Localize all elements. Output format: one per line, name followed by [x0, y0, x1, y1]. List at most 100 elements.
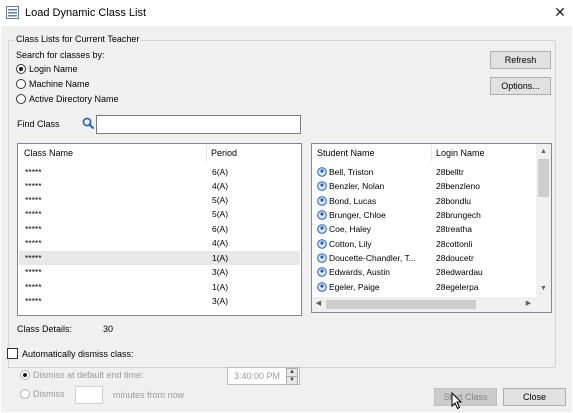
refresh-button[interactable]: Refresh — [490, 51, 551, 69]
radio-dismiss-default-indicator — [20, 370, 30, 380]
minutes-from-now-label: minutes from now — [113, 390, 185, 400]
class-row[interactable]: ***** 6(A) — [19, 165, 300, 179]
class-row[interactable]: ***** 5(A) — [19, 207, 300, 221]
title-bar: Load Dynamic Class List ✕ — [0, 0, 573, 26]
radio-dismiss-default-label: Dismiss at default end time: — [33, 370, 144, 380]
spin-down-icon[interactable]: ▼ — [286, 376, 298, 385]
window-list-icon — [6, 6, 19, 19]
end-time-spinbox[interactable]: 3:40:00 PM ▲ ▼ — [227, 367, 300, 385]
scroll-right-icon[interactable]: ▶ — [523, 298, 534, 310]
period-header[interactable]: Period — [211, 148, 237, 158]
scroll-down-icon[interactable]: ▼ — [538, 283, 549, 295]
scroll-left-icon[interactable]: ◀ — [313, 298, 324, 310]
student-column-divider[interactable] — [431, 145, 432, 161]
student-list[interactable]: Student Name Login Name Bell, Triston 28… — [311, 143, 552, 313]
radio-dismiss-default-end[interactable]: Dismiss at default end time: — [20, 370, 144, 380]
class-row[interactable]: ***** 5(A) — [19, 193, 300, 207]
class-row[interactable]: ***** 1(A) — [19, 280, 300, 294]
class-list[interactable]: Class Name Period ***** 6(A) ***** 4(A) … — [17, 143, 302, 316]
student-avatar-icon — [317, 196, 327, 206]
student-avatar-icon — [317, 239, 327, 249]
student-name-cell: Doucette-Chandler, T... — [329, 253, 416, 263]
student-avatar-icon — [317, 224, 327, 234]
mouse-cursor-icon — [451, 392, 463, 410]
auto-dismiss-checkbox[interactable] — [7, 348, 18, 359]
radio-machine-name[interactable]: Machine Name — [16, 79, 90, 89]
student-row[interactable]: Doucette-Chandler, T... 28doucetr — [313, 251, 537, 265]
student-name-header[interactable]: Student Name — [317, 148, 375, 158]
dialog-body: Class Lists for Current Teacher Search f… — [1, 26, 572, 412]
find-class-input[interactable] — [96, 115, 301, 134]
class-details-label: Class Details: — [17, 324, 73, 334]
vscroll-thumb[interactable] — [538, 159, 549, 197]
class-period-cell: 1(A) — [212, 282, 229, 292]
student-row[interactable]: Cotton, Lily 28cottonli — [313, 237, 537, 251]
student-avatar-icon — [317, 267, 327, 277]
class-name-cell: ***** — [25, 282, 42, 292]
search-icon[interactable] — [82, 117, 95, 130]
close-button[interactable]: Close — [503, 388, 566, 406]
class-name-cell: ***** — [25, 253, 42, 263]
class-row[interactable]: ***** 4(A) — [19, 236, 300, 250]
student-login-cell: 28edwardau — [436, 267, 483, 277]
student-name-cell: Benzler, Nolan — [329, 181, 385, 191]
student-row[interactable]: Edwards, Austin 28edwardau — [313, 265, 537, 279]
student-name-cell: Coe, Haley — [329, 224, 372, 234]
student-list-hscrollbar[interactable]: ◀ ▶ — [312, 297, 536, 312]
class-row[interactable]: ***** 3(A) — [19, 265, 300, 279]
class-row[interactable]: ***** 3(A) — [19, 294, 300, 308]
class-row[interactable]: ***** 6(A) — [19, 222, 300, 236]
student-name-cell: Cotton, Lily — [329, 239, 372, 249]
class-row[interactable]: ***** 4(A) — [19, 179, 300, 193]
student-row[interactable]: Bell, Triston 28belltr — [313, 165, 537, 179]
student-login-cell: 28doucetr — [436, 253, 474, 263]
class-row-selected[interactable]: ***** 1(A) — [19, 251, 300, 265]
student-row[interactable]: Egeler, Paige 28egelerpa — [313, 280, 537, 294]
radio-active-directory-name[interactable]: Active Directory Name — [16, 94, 119, 104]
radio-machine-name-label: Machine Name — [29, 79, 90, 89]
start-class-button[interactable]: Start Class — [434, 388, 497, 406]
scroll-up-icon[interactable]: ▲ — [538, 146, 549, 158]
radio-dismiss-minutes[interactable]: Dismiss — [20, 389, 65, 399]
class-name-header[interactable]: Class Name — [24, 148, 73, 158]
class-period-cell: 4(A) — [212, 181, 229, 191]
student-avatar-icon — [317, 282, 327, 292]
close-window-icon[interactable]: ✕ — [550, 3, 570, 21]
class-period-cell: 6(A) — [212, 167, 229, 177]
radio-active-directory-label: Active Directory Name — [29, 94, 119, 104]
dismiss-minutes-input[interactable] — [75, 386, 103, 404]
search-by-label: Search for classes by: — [16, 50, 105, 60]
window-title: Load Dynamic Class List — [25, 7, 147, 19]
student-name-cell: Bell, Triston — [329, 167, 374, 177]
class-name-cell: ***** — [25, 195, 42, 205]
find-class-label: Find Class — [17, 119, 60, 129]
hscroll-thumb[interactable] — [326, 300, 476, 309]
student-row[interactable]: Brunger, Chloe 28brungech — [313, 208, 537, 222]
student-list-vscrollbar[interactable]: ▲ ▼ — [536, 144, 551, 297]
class-period-cell: 4(A) — [212, 238, 229, 248]
scroll-corner — [536, 297, 551, 312]
student-row[interactable]: Coe, Haley 28treatha — [313, 222, 537, 236]
student-name-cell: Brunger, Chloe — [329, 210, 386, 220]
class-period-cell: 3(A) — [212, 296, 229, 306]
student-login-cell: 28bondlu — [436, 196, 471, 206]
student-name-cell: Bond, Lucas — [329, 196, 377, 206]
class-column-divider[interactable] — [206, 145, 207, 161]
class-period-cell: 1(A) — [212, 253, 229, 263]
class-name-cell: ***** — [25, 267, 42, 277]
class-name-cell: ***** — [25, 296, 42, 306]
radio-dismiss-minutes-label: Dismiss — [33, 389, 65, 399]
auto-dismiss-label: Automatically dismiss class: — [22, 349, 134, 359]
student-login-cell: 28treatha — [436, 224, 472, 234]
options-button[interactable]: Options... — [490, 77, 551, 95]
student-avatar-icon — [317, 253, 327, 263]
login-name-header[interactable]: Login Name — [436, 148, 485, 158]
class-period-cell: 5(A) — [212, 195, 229, 205]
radio-login-name[interactable]: Login Name — [16, 64, 78, 74]
student-name-cell: Egeler, Paige — [329, 282, 380, 292]
student-row[interactable]: Bond, Lucas 28bondlu — [313, 194, 537, 208]
student-login-cell: 28egelerpa — [436, 282, 479, 292]
group-legend: Class Lists for Current Teacher — [14, 34, 142, 44]
student-login-cell: 28benzleno — [436, 181, 480, 191]
student-row[interactable]: Benzler, Nolan 28benzleno — [313, 179, 537, 193]
